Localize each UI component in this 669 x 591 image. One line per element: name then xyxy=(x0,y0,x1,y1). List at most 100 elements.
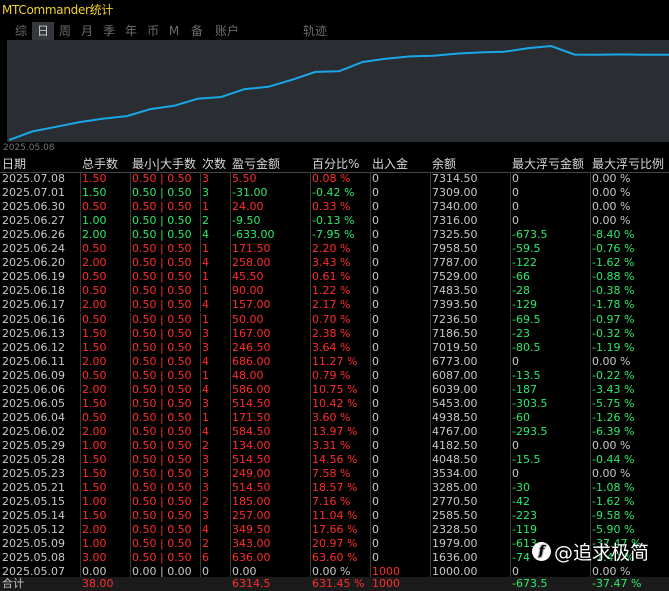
table-row[interactable]: 2025.05.14 1.50 0.50 | 0.50 3 257.00 11.04 % 0… xyxy=(0,509,669,524)
tab-5[interactable]: 年 xyxy=(120,22,142,41)
cell-col-4: 343.00 xyxy=(232,537,271,551)
table-row[interactable]: 2025.06.27 1.00 0.50 | 0.50 2 -9.50 -0.13 % 0 7… xyxy=(0,214,669,229)
column-separator xyxy=(510,396,511,411)
table-row[interactable]: 2025.06.16 0.50 0.50 | 0.50 1 50.00 0.70 % 0 72… xyxy=(0,312,669,327)
column-separator xyxy=(430,438,431,453)
cell-col-6: 0 xyxy=(372,242,379,256)
tab-3[interactable]: 月 xyxy=(76,22,98,41)
column-separator xyxy=(510,551,511,566)
header-col-9[interactable]: 最大浮亏比例 xyxy=(592,156,664,172)
cell-col-7: 7236.50 xyxy=(432,312,478,326)
column-separator xyxy=(200,551,201,566)
cell-col-1: 1.50 xyxy=(82,186,107,200)
table-row[interactable]: 2025.06.20 2.00 0.50 | 0.50 4 258.00 3.43 % 0 7… xyxy=(0,256,669,271)
tab-4[interactable]: 季 xyxy=(98,22,120,41)
cell-col-1: 1.50 xyxy=(82,326,107,340)
tab-6[interactable]: 币 xyxy=(142,22,164,41)
header-col-0[interactable]: 日期 xyxy=(2,156,26,172)
header-col-7[interactable]: 余额 xyxy=(432,156,456,172)
tab-7[interactable]: M xyxy=(164,22,184,41)
column-separator xyxy=(200,228,201,243)
cell-col-6: 0 xyxy=(372,228,379,242)
table-row[interactable]: 2025.06.26 2.00 0.50 | 0.50 4 -633.00 -7.95 %… xyxy=(0,228,669,243)
header-col-1[interactable]: 总手数 xyxy=(82,156,118,172)
column-separator xyxy=(430,200,431,215)
cell-col-1: 0.50 xyxy=(82,242,107,256)
table-row[interactable]: 2025.06.24 0.50 0.50 | 0.50 1 171.50 2.20 % 0 7… xyxy=(0,242,669,257)
cell-col-5: 7.58 % xyxy=(312,467,351,481)
table-row[interactable]: 2025.07.01 1.50 0.50 | 0.50 3 -31.00 -0.42 % 0… xyxy=(0,186,669,201)
column-separator xyxy=(310,396,311,411)
column-separator xyxy=(130,396,131,411)
column-separator xyxy=(80,228,81,243)
table-row[interactable]: 2025.05.12 2.00 0.50 | 0.50 4 349.50 17.66 % 0… xyxy=(0,523,669,538)
header-col-4[interactable]: 盈亏金额 xyxy=(232,156,280,172)
table-row[interactable]: 2025.06.02 2.00 0.50 | 0.50 4 584.50 13.97 % 0… xyxy=(0,424,669,439)
cell-col-6: 0 xyxy=(372,256,379,270)
cell-col-6: 0 xyxy=(372,270,379,284)
column-separator xyxy=(310,200,311,215)
cell-col-0: 2025.05.09 xyxy=(2,537,65,551)
column-separator xyxy=(200,270,201,285)
cell-col-2: 0.50 | 0.50 xyxy=(132,312,192,326)
column-separator xyxy=(230,172,231,186)
tab-8[interactable]: 备 xyxy=(186,22,208,41)
table-row[interactable]: 2025.05.21 1.50 0.50 | 0.50 3 514.50 18.57 % 0… xyxy=(0,481,669,496)
column-separator xyxy=(80,551,81,566)
column-separator xyxy=(80,340,81,355)
table-row[interactable]: 2025.05.28 1.50 0.50 | 0.50 3 514.50 14.56 % 0… xyxy=(0,453,669,467)
table-row[interactable]: 2025.07.08 1.50 0.50 | 0.50 3 5.50 0.08 % 0 731… xyxy=(0,172,669,186)
column-separator xyxy=(230,186,231,201)
column-separator xyxy=(510,523,511,538)
header-col-3[interactable]: 次数 xyxy=(202,156,226,172)
header-col-5[interactable]: 百分比% xyxy=(312,156,359,172)
table-row[interactable]: 2025.06.09 0.50 0.50 | 0.50 1 48.00 0.79 % 0 60… xyxy=(0,368,669,383)
column-separator xyxy=(200,256,201,271)
cell-col-3: 4 xyxy=(202,354,209,368)
cell-col-5: 0.61 % xyxy=(312,270,351,284)
column-separator xyxy=(510,495,511,510)
table-row[interactable]: 2025.06.05 1.50 0.50 | 0.50 3 514.50 10.42 % 0… xyxy=(0,396,669,411)
table-row[interactable]: 2025.05.15 1.00 0.50 | 0.50 2 185.00 7.16 % 0 2… xyxy=(0,495,669,510)
table-row[interactable]: 2025.06.06 2.00 0.50 | 0.50 4 586.00 10.75 % 0… xyxy=(0,382,669,397)
cell-col-2: 0.50 | 0.50 xyxy=(132,509,192,523)
cell-col-4: 258.00 xyxy=(232,256,271,270)
tab-10[interactable]: 轨迹 xyxy=(298,22,332,41)
column-separator xyxy=(370,172,371,186)
cell-col-3: 3 xyxy=(202,172,209,185)
table-row[interactable]: 2025.06.30 0.50 0.50 | 0.50 1 24.00 0.33 % 0 73… xyxy=(0,200,669,215)
cell-col-3: 6 xyxy=(202,551,209,565)
table-row[interactable]: 2025.05.29 1.00 0.50 | 0.50 2 134.00 3.31 % 0 4… xyxy=(0,438,669,453)
cell-col-4: 50.00 xyxy=(232,312,264,326)
table-row[interactable]: 2025.06.18 0.50 0.50 | 0.50 1 90.00 1.22 % 0 74… xyxy=(0,284,669,299)
tab-1[interactable]: 日 xyxy=(32,22,54,41)
header-col-2[interactable]: 最小|大手数 xyxy=(132,156,196,172)
cell-col-2: 0.50 | 0.50 xyxy=(132,284,192,298)
column-separator xyxy=(370,424,371,439)
column-separator xyxy=(130,453,131,467)
cell-col-8: -187 xyxy=(512,382,537,396)
table-row[interactable]: 2025.05.23 1.50 0.50 | 0.50 3 249.00 7.58 % 0 3… xyxy=(0,467,669,482)
tab-2[interactable]: 周 xyxy=(54,22,76,41)
cell-col-5: 2.20 % xyxy=(312,242,351,256)
column-separator xyxy=(590,396,591,411)
table-row[interactable]: 2025.06.11 2.00 0.50 | 0.50 4 686.00 11.27 % 0… xyxy=(0,354,669,369)
table-row[interactable]: 2025.06.17 2.00 0.50 | 0.50 4 157.00 2.17 % 0 7… xyxy=(0,298,669,313)
column-separator xyxy=(590,368,591,383)
column-separator xyxy=(370,228,371,243)
column-separator xyxy=(80,438,81,453)
table-row[interactable]: 2025.06.19 0.50 0.50 | 0.50 1 45.50 0.61 % 0 75… xyxy=(0,270,669,285)
header-col-6[interactable]: 出入金 xyxy=(372,156,408,172)
header-col-8[interactable]: 最大浮亏金额 xyxy=(512,156,584,172)
column-separator xyxy=(230,382,231,397)
column-separator xyxy=(80,495,81,510)
tab-9[interactable]: 账户 xyxy=(210,22,244,41)
table-row[interactable]: 2025.06.13 1.50 0.50 | 0.50 3 167.00 2.38 % 0 7… xyxy=(0,326,669,341)
column-separator xyxy=(230,467,231,482)
cell-col-3: 3 xyxy=(202,326,209,340)
cell-col-3: 1 xyxy=(202,242,209,256)
table-row[interactable]: 2025.06.12 1.50 0.50 | 0.50 3 246.50 3.64 % 0 7… xyxy=(0,340,669,355)
table-row[interactable]: 2025.06.04 0.50 0.50 | 0.50 1 171.50 3.60 % 0 4… xyxy=(0,410,669,425)
cell-col-7: 1979.00 xyxy=(432,537,478,551)
tab-0[interactable]: 综 xyxy=(10,22,32,41)
